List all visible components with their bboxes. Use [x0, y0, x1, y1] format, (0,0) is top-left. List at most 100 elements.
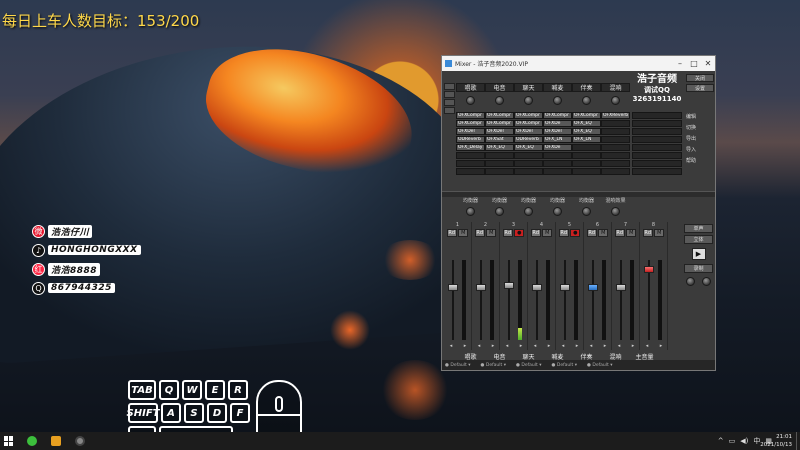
channel-header[interactable]: 混响 [601, 83, 630, 92]
record-button[interactable]: Rd [642, 229, 653, 237]
pan-icon[interactable]: ▸ [576, 343, 579, 349]
master-fader[interactable] [644, 266, 654, 273]
fx-slot[interactable] [572, 168, 601, 175]
aux-slot[interactable] [632, 160, 682, 167]
gain-knob[interactable] [466, 95, 475, 105]
taskbar-app[interactable] [22, 432, 42, 450]
fx-slot[interactable]: OFX_LN [572, 136, 601, 143]
mono-button[interactable]: 单声 [684, 224, 713, 233]
fx-slot[interactable] [543, 160, 572, 167]
fx-slot[interactable]: OFXCompr [485, 120, 514, 127]
channel-fader[interactable] [476, 284, 486, 291]
channel-header[interactable]: 电音 [485, 83, 514, 92]
pan-icon[interactable]: ◂ [478, 343, 481, 349]
aux-slot[interactable] [632, 128, 682, 135]
record-output-button[interactable]: 录制 [684, 264, 713, 273]
fx-slot[interactable] [572, 160, 601, 167]
pan-icon[interactable]: ◂ [534, 343, 537, 349]
pan-icon[interactable]: ▸ [548, 343, 551, 349]
fx-slot[interactable]: OFXCompr [514, 120, 543, 127]
mute-button[interactable]: M [598, 229, 609, 237]
pan-icon[interactable]: ▸ [604, 343, 607, 349]
fx-slot[interactable] [485, 160, 514, 167]
right-menu-item[interactable]: 帮助 [686, 156, 714, 164]
close-icon[interactable]: ✕ [701, 56, 715, 71]
fx-slot[interactable]: OFXReverb [601, 112, 630, 119]
fx-slot[interactable] [514, 160, 543, 167]
chevron-up-icon[interactable]: ^ [718, 437, 724, 445]
fx-slot[interactable]: OFXCompr [514, 112, 543, 119]
mute-button[interactable]: ● [514, 229, 525, 237]
device-select[interactable]: ● Default ▾ [587, 363, 613, 368]
fx-slot[interactable] [572, 144, 601, 151]
fx-slot[interactable] [485, 152, 514, 159]
aux-slot[interactable] [632, 152, 682, 159]
right-menu-item[interactable]: 切换 [686, 123, 714, 131]
pan-icon[interactable]: ◂ [506, 343, 509, 349]
aux-slot[interactable] [632, 112, 682, 119]
fx-slot[interactable]: ODReverb [514, 136, 543, 143]
channel-fader[interactable] [588, 284, 598, 291]
fx-slot[interactable] [601, 120, 630, 127]
send-knob[interactable] [553, 206, 562, 216]
mute-button[interactable]: M [542, 229, 553, 237]
maximize-icon[interactable]: □ [687, 56, 701, 71]
mute-button[interactable]: ● [570, 229, 581, 237]
channel-header[interactable]: 聊天 [514, 83, 543, 92]
fx-slot[interactable] [543, 152, 572, 159]
gain-knob[interactable] [611, 95, 620, 105]
fx-slot[interactable]: OFXDel [543, 128, 572, 135]
fx-slot[interactable]: OFXDel [485, 128, 514, 135]
pan-icon[interactable]: ▸ [632, 343, 635, 349]
fx-slot[interactable] [601, 144, 630, 151]
fx-slot[interactable]: ODReverb [456, 136, 485, 143]
mute-button[interactable]: M [458, 229, 469, 237]
gain-knob[interactable] [553, 95, 562, 105]
mute-button[interactable]: M [654, 229, 665, 237]
fx-slot[interactable] [601, 128, 630, 135]
fx-slot[interactable]: OFXSat [485, 136, 514, 143]
fx-slot[interactable] [572, 152, 601, 159]
fx-slot[interactable]: OFX_Delay [456, 144, 485, 151]
channel-fader[interactable] [504, 282, 514, 289]
pan-icon[interactable]: ◂ [562, 343, 565, 349]
fx-slot[interactable] [514, 168, 543, 175]
send-knob[interactable] [495, 206, 504, 216]
right-menu-item[interactable]: 导出 [686, 134, 714, 142]
pan-icon[interactable]: ◂ [450, 343, 453, 349]
mixer-titlebar[interactable]: Mixer - 浩子音频2020.VIP – □ ✕ [442, 56, 715, 71]
pan-icon[interactable]: ◂ [646, 343, 649, 349]
pan-icon[interactable]: ▸ [660, 343, 663, 349]
fx-slot[interactable]: OFXCompr [572, 112, 601, 119]
left-strip-button[interactable] [444, 107, 455, 114]
fx-slot[interactable]: OFX_LN [543, 136, 572, 143]
fx-slot[interactable]: OFXCompr [543, 112, 572, 119]
pan-icon[interactable]: ▸ [492, 343, 495, 349]
aux-slot[interactable] [632, 120, 682, 127]
fx-slot[interactable]: OFXDel [514, 128, 543, 135]
device-select[interactable]: ● Default ▾ [552, 363, 578, 368]
channel-fader[interactable] [616, 284, 626, 291]
start-button[interactable] [0, 432, 18, 450]
record-button[interactable]: Rd [446, 229, 457, 237]
aux-slot[interactable] [632, 144, 682, 151]
fx-slot[interactable] [485, 168, 514, 175]
fx-slot[interactable]: OFX_EQ [485, 144, 514, 151]
pan-icon[interactable]: ◂ [618, 343, 621, 349]
record-button[interactable]: Rd [614, 229, 625, 237]
fx-slot[interactable] [601, 168, 630, 175]
fx-slot[interactable] [456, 160, 485, 167]
device-select[interactable]: ● Default ▾ [445, 363, 471, 368]
fx-slot[interactable] [456, 168, 485, 175]
fx-slot[interactable]: OFXDe [543, 144, 572, 151]
pan-icon[interactable]: ◂ [590, 343, 593, 349]
channel-fader[interactable] [560, 284, 570, 291]
record-button[interactable]: Rd [474, 229, 485, 237]
fx-slot[interactable] [601, 152, 630, 159]
device-select[interactable]: ● Default ▾ [481, 363, 507, 368]
channel-header[interactable]: 伴奏 [572, 83, 601, 92]
fx-slot[interactable]: OFXCompr [456, 120, 485, 127]
fx-slot[interactable]: OFXCompr [456, 112, 485, 119]
play-icon[interactable]: ▶ [691, 248, 706, 260]
fx-slot[interactable]: OFXDe [543, 120, 572, 127]
